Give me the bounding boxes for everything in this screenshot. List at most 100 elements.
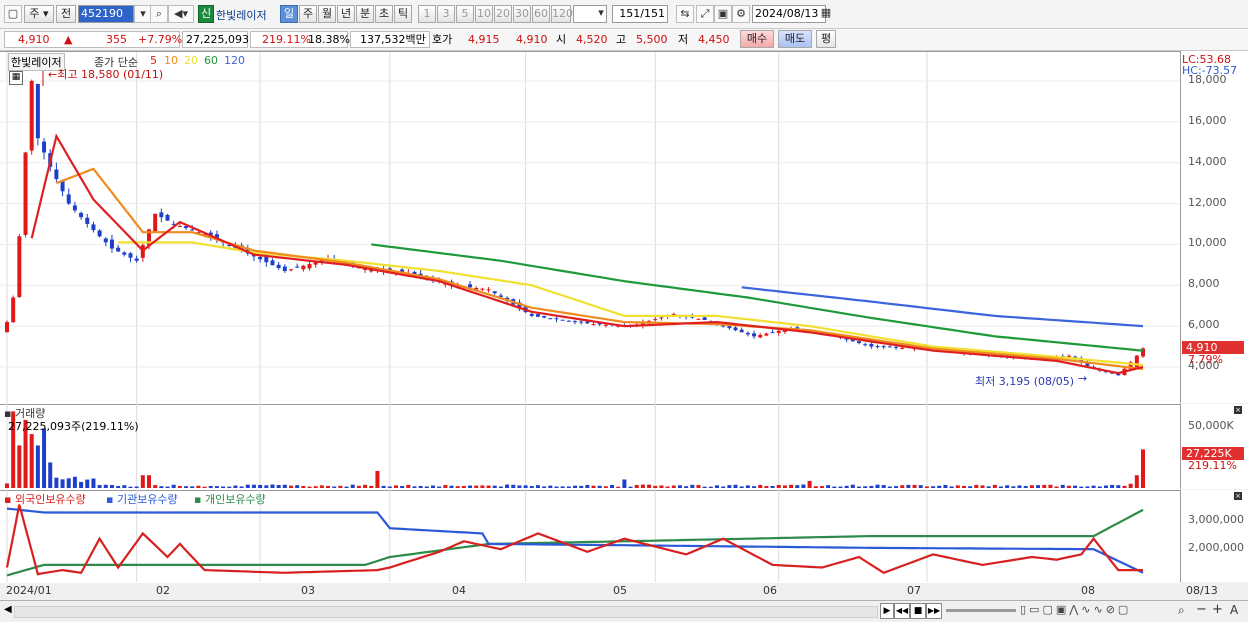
candle-body	[79, 212, 84, 218]
volume-bar	[196, 485, 201, 488]
x-label-mar: 03	[301, 584, 315, 597]
candle-body	[66, 194, 71, 204]
volume-bar	[221, 486, 226, 488]
candle-body	[702, 317, 707, 321]
candle-body	[492, 291, 497, 294]
volume-bar	[375, 470, 380, 488]
y-tick-10000: 10,000	[1188, 236, 1227, 249]
volume-bar	[449, 485, 454, 488]
volume-bar	[758, 484, 763, 488]
volume-bar	[79, 481, 84, 488]
close-icon[interactable]: ×	[1234, 406, 1242, 414]
zoom-out-icon[interactable]: −	[1196, 602, 1207, 617]
zoom-slider[interactable]	[946, 609, 1016, 612]
volume-bar	[708, 486, 713, 488]
low-annotation: 최저 3,195 (08/05)	[975, 375, 1075, 388]
ma-legend-20: 20	[184, 54, 198, 67]
y-tick-12000: 12,000	[1188, 196, 1227, 209]
candle-body	[535, 314, 540, 317]
candle-body	[177, 226, 182, 228]
arrow-right-icon: →	[1078, 372, 1088, 385]
x-label-jul: 07	[907, 584, 921, 597]
volume-bar	[1122, 485, 1127, 488]
volume-bar	[1011, 486, 1016, 488]
x-label-current: 08/13	[1186, 584, 1218, 597]
horizontal-scrollbar[interactable]	[14, 606, 878, 618]
candle-body	[295, 266, 300, 268]
volume-bar	[999, 486, 1003, 488]
table-icon[interactable]: ▦	[9, 71, 23, 85]
volume-bar	[826, 485, 831, 488]
volume-bar	[307, 486, 312, 488]
stop-icon[interactable]: ■	[910, 603, 926, 619]
volume-bar	[640, 484, 645, 488]
volume-bar	[653, 485, 658, 488]
fast-forward-icon[interactable]: ▶▶	[926, 603, 942, 619]
close-icon[interactable]: ×	[1234, 492, 1242, 500]
volume-bar	[764, 486, 769, 488]
high-annotation: ←최고 18,580 (01/11)	[48, 68, 164, 81]
volume-bar	[177, 486, 182, 488]
y-tick-16000: 16,000	[1188, 114, 1227, 127]
volume-bar	[295, 485, 300, 488]
volume-bar	[455, 486, 460, 488]
holding-y-tick-2m: 2,000,000	[1188, 541, 1244, 554]
volume-bar	[116, 485, 121, 488]
volume-bar	[875, 484, 880, 488]
legend-foreign-text: 외국인보유수량	[14, 493, 86, 506]
volume-bar	[671, 485, 676, 488]
volume-bar	[937, 485, 942, 488]
volume-bar	[1054, 486, 1059, 488]
x-label-apr: 04	[452, 584, 466, 597]
scroll-right-icon[interactable]: ▶	[880, 603, 894, 619]
volume-bar	[591, 485, 596, 488]
draw-tools-icon[interactable]: ▯▭▢▣⋀∿∿⊘▢	[1020, 603, 1131, 616]
zoom-in-icon[interactable]: +	[1212, 602, 1223, 617]
rewind-icon[interactable]: ◀◀	[894, 603, 910, 619]
volume-bar	[529, 486, 534, 488]
volume-bar	[579, 485, 584, 488]
volume-bar	[931, 486, 936, 488]
candle-body	[653, 319, 658, 321]
volume-bar	[1036, 485, 1041, 488]
candle-body	[258, 256, 263, 260]
x-label-may: 05	[613, 584, 627, 597]
candle-body	[894, 346, 899, 348]
volume-bar	[610, 485, 615, 488]
volume-bar	[566, 486, 571, 488]
volume-bar	[97, 485, 102, 488]
volume-bar	[727, 485, 732, 488]
volume-bar	[122, 485, 127, 488]
volume-bar	[554, 486, 559, 488]
volume-bar	[128, 486, 133, 488]
volume-bar	[665, 486, 670, 488]
candle-body	[603, 324, 608, 326]
volume-bar	[393, 485, 398, 488]
volume-bar	[900, 485, 905, 488]
volume-bar	[381, 485, 386, 488]
volume-bar	[319, 485, 324, 488]
candle-body	[733, 327, 738, 331]
volume-bar	[573, 485, 577, 488]
scroll-left-icon[interactable]: ◀	[4, 604, 12, 615]
volume-bar	[338, 485, 343, 488]
volume-bar	[813, 486, 818, 488]
volume-bar	[202, 486, 207, 488]
holding-y-tick-3m: 3,000,000	[1188, 513, 1244, 526]
volume-bar	[795, 485, 800, 488]
volume-bar	[690, 484, 695, 488]
candle-body	[264, 256, 269, 263]
volume-bar	[912, 484, 917, 488]
volume-bar	[1079, 486, 1084, 488]
candle-body	[770, 332, 775, 334]
volume-bar	[715, 485, 719, 488]
candle-body	[270, 260, 275, 266]
volume-bar	[881, 485, 886, 488]
candle-body	[752, 333, 757, 337]
zoom-icon[interactable]: ⌕	[1178, 603, 1185, 618]
font-size-icon[interactable]: A	[1230, 603, 1238, 617]
volume-note: 27,225,093주(219.11%)	[8, 420, 139, 433]
legend-institution: ▪ 기관보유수량	[106, 493, 178, 506]
candle-body	[11, 297, 16, 323]
y-tick-18000: 18,000	[1188, 73, 1227, 86]
